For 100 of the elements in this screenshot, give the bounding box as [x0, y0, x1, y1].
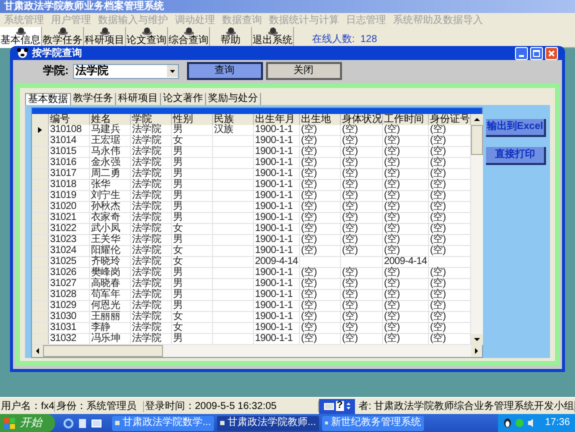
table-cell: (空) — [341, 279, 383, 289]
desktop-icon[interactable] — [91, 418, 102, 428]
toolbar-button[interactable]: 综合查询 — [168, 27, 210, 48]
table-cell: (空) — [341, 202, 383, 212]
tab[interactable]: 基本数据 — [25, 93, 71, 105]
window-icon — [115, 418, 120, 428]
table-cell: 法学院 — [131, 246, 172, 256]
scroll-left-icon[interactable] — [32, 345, 43, 357]
keyboard-icon[interactable] — [324, 402, 334, 410]
window-title: 甘肃政法学院教师业务档案管理系统 — [4, 1, 164, 12]
table-cell: (空) — [300, 323, 341, 333]
help-icon[interactable]: ? — [336, 401, 344, 411]
row-header-cell[interactable] — [32, 191, 49, 201]
table-cell: 高晓春 — [90, 279, 131, 289]
close-dialog-button[interactable]: 关闭 — [266, 62, 342, 80]
taskbar-button[interactable]: 甘肃政法学院数学... — [112, 416, 214, 430]
table-cell: (空) — [341, 268, 383, 278]
scroll-thumb[interactable] — [471, 125, 483, 155]
row-header-cell[interactable] — [32, 235, 49, 245]
scroll-down-icon[interactable] — [471, 334, 483, 345]
up-down-icon[interactable] — [346, 401, 351, 411]
minimize-button[interactable] — [515, 46, 528, 60]
row-header-cell[interactable] — [32, 323, 49, 333]
start-button[interactable]: 开始 — [0, 414, 55, 432]
taskbar-button[interactable]: 新世纪教务管理系统 — [322, 416, 424, 430]
table-cell: 31031 — [49, 323, 90, 333]
table-cell: 法学院 — [131, 257, 172, 267]
hat-icon — [58, 27, 68, 35]
table-cell: (空) — [300, 147, 341, 157]
table-cell: 女 — [172, 323, 213, 333]
row-header-cell[interactable] — [32, 213, 49, 223]
table-cell: 衣家奇 — [90, 213, 131, 223]
table-cell: 31029 — [49, 301, 90, 311]
row-header-cell[interactable] — [32, 147, 49, 157]
table-cell: (空) — [300, 235, 341, 245]
dialog-title: 按学院查询 — [32, 48, 82, 58]
table-cell: 310108 — [49, 125, 90, 135]
table-cell: 2009-4-14 — [254, 257, 300, 267]
toolbar-button[interactable]: 基本信息 — [0, 27, 42, 48]
table-cell: (空) — [383, 301, 429, 311]
tab[interactable]: 奖励与处分 — [206, 93, 261, 105]
row-header-cell[interactable] — [32, 301, 49, 311]
table-cell: 男 — [172, 180, 213, 190]
table-cell: 2009-4-14 — [383, 257, 429, 267]
table-cell: 男 — [172, 268, 213, 278]
table-cell: 法学院 — [131, 180, 172, 190]
scroll-thumb[interactable] — [43, 345, 163, 357]
table-cell: 男 — [172, 158, 213, 168]
row-header-cell[interactable] — [32, 268, 49, 278]
row-header-cell[interactable] — [32, 246, 49, 256]
status-text: 身份：系统管理员 — [55, 400, 144, 412]
table-cell: 张华 — [90, 180, 131, 190]
toolbar-button[interactable]: 科研项目 — [84, 27, 126, 48]
table-cell: (空) — [300, 169, 341, 179]
table-cell: (空) — [341, 147, 383, 157]
tab[interactable]: 科研项目 — [116, 93, 161, 105]
row-header-cell[interactable] — [32, 169, 49, 179]
college-label: 学院: — [43, 65, 69, 77]
document-icon[interactable] — [78, 418, 87, 428]
table-cell: (空) — [300, 312, 341, 322]
browser-icon[interactable] — [63, 418, 74, 428]
college-dropdown[interactable]: 法学院 — [72, 64, 179, 78]
toolbar-button[interactable]: 教学任务 — [42, 27, 84, 48]
table-cell: (空) — [341, 246, 383, 256]
scroll-up-icon[interactable] — [471, 114, 483, 125]
row-header-cell[interactable] — [32, 279, 49, 289]
hat-icon — [268, 27, 278, 35]
row-header-cell[interactable] — [32, 125, 49, 135]
tab[interactable]: 教学任务 — [71, 93, 116, 105]
table-cell: 男 — [172, 191, 213, 201]
table-cell: 1900-1-1 — [254, 191, 300, 201]
row-header-cell[interactable] — [32, 257, 49, 267]
row-header-cell[interactable] — [32, 224, 49, 234]
scroll-right-icon[interactable] — [471, 345, 482, 357]
table-cell: 1900-1-1 — [254, 323, 300, 333]
table-cell: 1900-1-1 — [254, 158, 300, 168]
table-cell: 男 — [172, 334, 213, 344]
maximize-button[interactable] — [530, 46, 543, 60]
row-header-cell[interactable] — [32, 202, 49, 212]
row-header-cell[interactable] — [32, 158, 49, 168]
toolbar-button[interactable]: 退出系统 — [252, 27, 294, 48]
table-cell: 女 — [172, 224, 213, 234]
row-header-cell[interactable] — [32, 334, 49, 344]
table-cell: 31014 — [49, 136, 90, 146]
taskbar-button[interactable]: 甘肃政法学院教师... — [217, 416, 319, 430]
table-cell: (空) — [383, 136, 429, 146]
horizontal-scrollbar[interactable] — [32, 345, 482, 357]
row-header-cell[interactable] — [32, 312, 49, 322]
query-button[interactable]: 查询 — [186, 62, 263, 80]
table-cell: 周二勇 — [90, 169, 131, 179]
vertical-scrollbar[interactable] — [471, 114, 483, 345]
row-header-cell[interactable] — [32, 180, 49, 190]
table-cell: 31023 — [49, 235, 90, 245]
row-header-cell[interactable] — [32, 136, 49, 146]
table-cell: (空) — [341, 136, 383, 146]
row-header-cell[interactable] — [32, 290, 49, 300]
toolbar-button[interactable]: 论文查询 — [126, 27, 168, 48]
table-cell: 女 — [172, 312, 213, 322]
tab[interactable]: 论文著作 — [161, 93, 206, 105]
close-button[interactable] — [545, 46, 558, 60]
